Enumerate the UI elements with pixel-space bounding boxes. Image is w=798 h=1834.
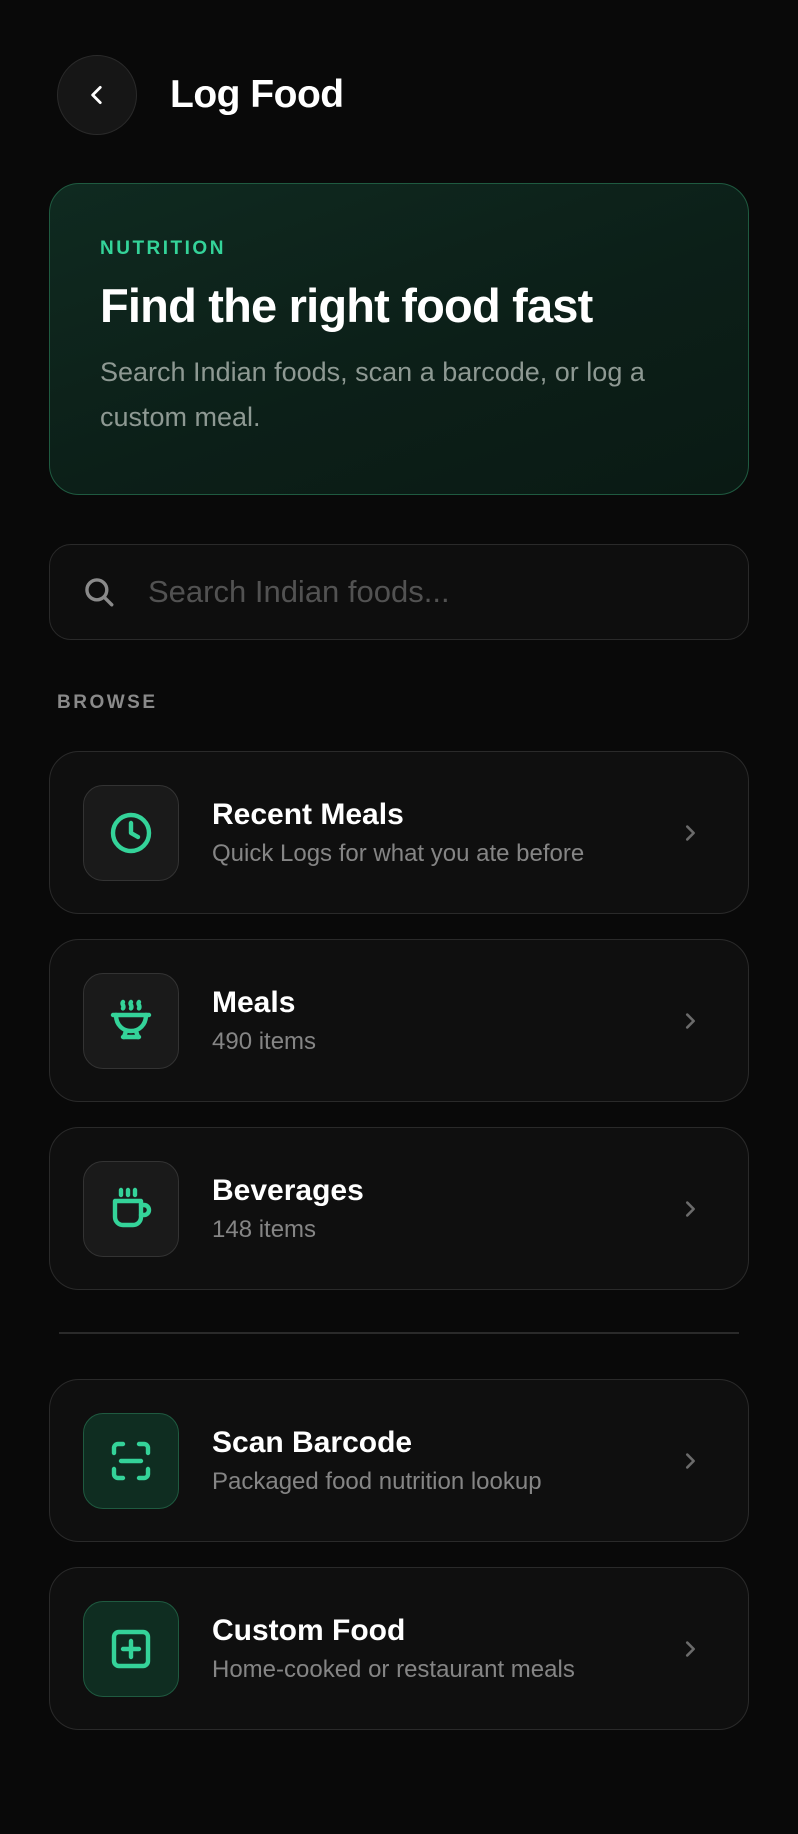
chevron-right-icon	[670, 1010, 710, 1032]
row-icon-container	[83, 784, 179, 881]
chevron-right-icon	[670, 1450, 710, 1472]
header: Log Food	[57, 55, 344, 135]
chevron-right-icon	[670, 822, 710, 844]
row-text: Scan Barcode Packaged food nutrition loo…	[212, 1426, 670, 1496]
clock-icon	[110, 812, 152, 853]
row-icon-container	[83, 972, 179, 1069]
row-subtitle: Home-cooked or restaurant meals	[212, 1655, 575, 1683]
log-food-screen: Log Food NUTRITION Find the right food f…	[0, 0, 798, 1834]
chevron-right-icon	[670, 1638, 710, 1660]
row-subtitle: Quick Logs for what you ate before	[212, 839, 585, 867]
section-label-browse: BROWSE	[57, 692, 158, 713]
list-item-beverages[interactable]: Beverages 148 items	[49, 1127, 749, 1290]
back-button[interactable]	[57, 55, 137, 135]
row-text: Recent Meals Quick Logs for what you ate…	[212, 798, 670, 868]
row-icon-container	[83, 1412, 179, 1509]
scan-icon	[111, 1441, 151, 1480]
row-text: Meals 490 items	[212, 986, 670, 1056]
list-item-meals[interactable]: Meals 490 items	[49, 939, 749, 1102]
row-subtitle: 490 items	[212, 1027, 317, 1055]
row-title: Beverages	[212, 1173, 364, 1207]
chevron-left-icon	[91, 86, 102, 104]
row-text: Custom Food Home-cooked or restaurant me…	[212, 1614, 670, 1684]
search-icon	[85, 578, 114, 607]
hero-card: NUTRITION Find the right food fast Searc…	[49, 183, 749, 495]
row-title: Custom Food	[212, 1613, 406, 1647]
row-text: Beverages 148 items	[212, 1174, 670, 1244]
row-title: Recent Meals	[212, 797, 404, 831]
chevron-right-icon	[670, 1198, 710, 1220]
cup-icon	[112, 1187, 152, 1227]
plus-square-icon	[111, 1629, 151, 1668]
divider	[59, 1332, 739, 1334]
row-title: Meals	[212, 985, 296, 1019]
page-title: Log Food	[170, 73, 344, 116]
hero-title: Find the right food fast	[100, 279, 593, 332]
row-subtitle: 148 items	[212, 1215, 317, 1243]
row-title: Scan Barcode	[212, 1425, 413, 1459]
search-input[interactable]	[148, 562, 748, 622]
search-bar[interactable]	[49, 544, 749, 640]
list-item-custom-food[interactable]: Custom Food Home-cooked or restaurant me…	[49, 1567, 749, 1730]
list-item-scan-barcode[interactable]: Scan Barcode Packaged food nutrition loo…	[49, 1379, 749, 1542]
row-icon-container	[83, 1600, 179, 1697]
hero-eyebrow: NUTRITION	[100, 238, 226, 259]
bowl-icon	[110, 999, 152, 1039]
hero-description: Search Indian foods, scan a barcode, or …	[100, 356, 645, 432]
list-item-recent-meals[interactable]: Recent Meals Quick Logs for what you ate…	[49, 751, 749, 914]
row-subtitle: Packaged food nutrition lookup	[212, 1467, 542, 1495]
row-icon-container	[83, 1160, 179, 1257]
